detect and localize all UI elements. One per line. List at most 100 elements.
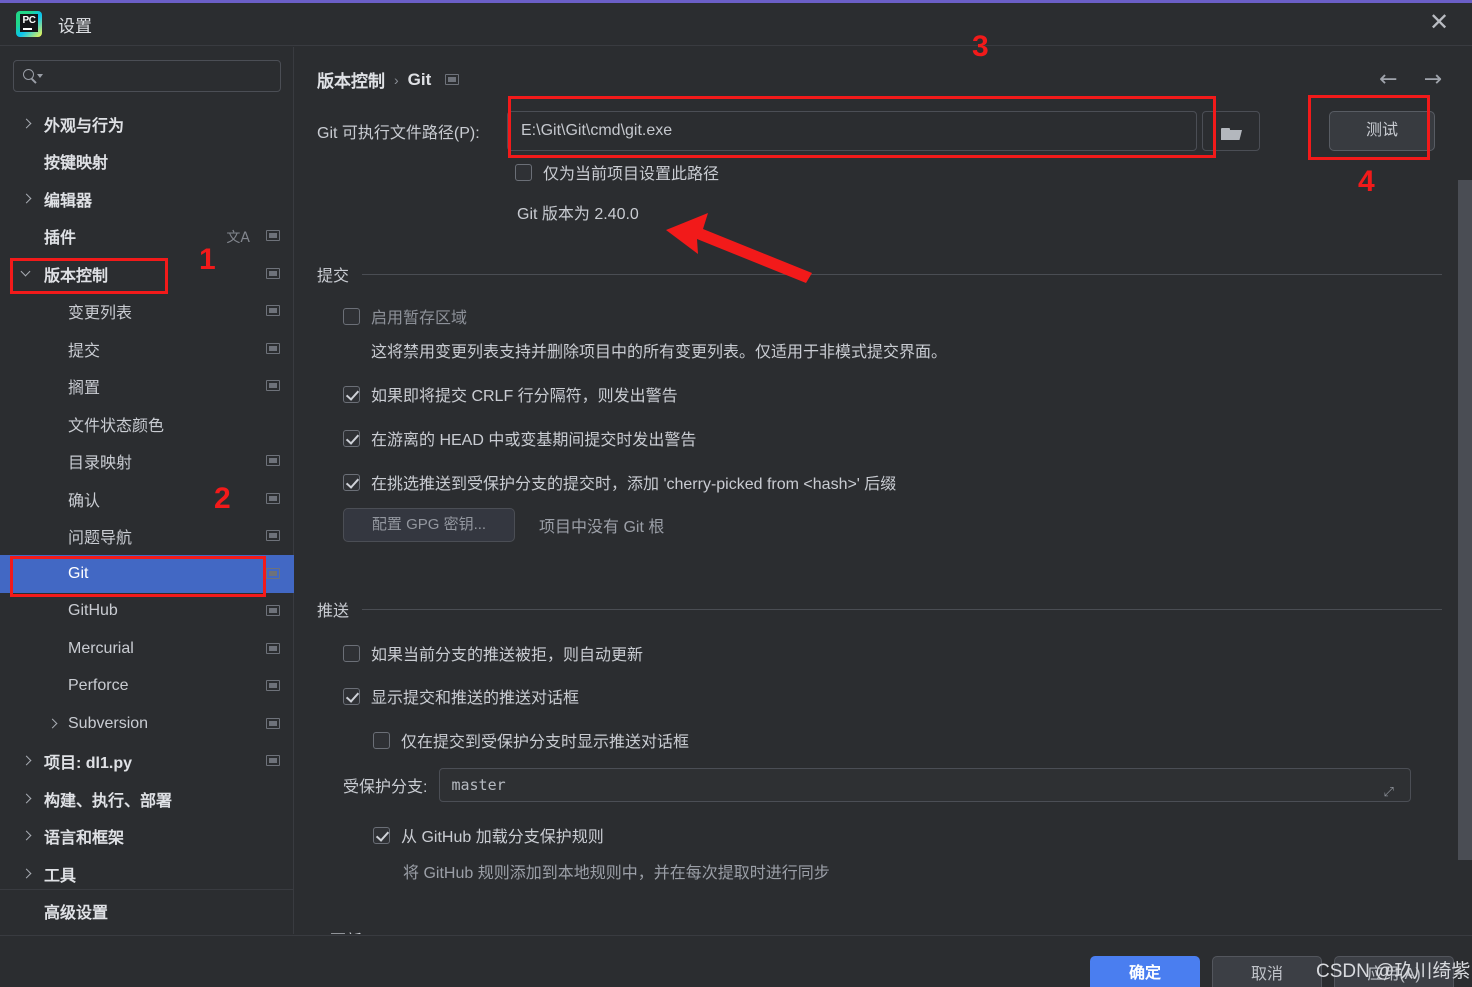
sidebar-item-15[interactable]: Perforce <box>0 668 294 706</box>
show-push-dialog-checkbox[interactable] <box>343 687 360 705</box>
sidebar-item-8[interactable]: 文件状态颜色 <box>0 405 294 443</box>
sidebar-item-label: 编辑器 <box>44 192 93 210</box>
window-icon <box>266 342 280 354</box>
apply-button[interactable]: 应用(A) <box>1334 956 1454 987</box>
close-icon[interactable]: ✕ <box>1424 8 1454 38</box>
window-icon <box>266 567 280 579</box>
sidebar-item-13[interactable]: GitHub <box>0 593 294 631</box>
pycharm-logo-icon: PC <box>16 11 42 37</box>
crlf-warning-label: 如果即将提交 CRLF 行分隔符，则发出警告 <box>371 388 678 405</box>
sidebar-item-6[interactable]: 提交 <box>0 330 294 368</box>
cherry-pick-suffix-checkbox[interactable] <box>343 473 360 491</box>
main-panel-scrollbar[interactable] <box>1458 180 1472 860</box>
sidebar-item-20[interactable]: 工具 <box>0 855 294 893</box>
commit-section-header: 提交 <box>317 262 1442 286</box>
git-path-label: Git 可执行文件路径(P): <box>317 125 480 142</box>
sidebar-item-label: Git <box>68 564 89 582</box>
sidebar-item-16[interactable]: Subversion <box>0 705 294 743</box>
configure-gpg-key-button[interactable]: 配置 GPG 密钥... <box>343 508 515 542</box>
window-icon <box>266 492 280 504</box>
sidebar-item-14[interactable]: Mercurial <box>0 630 294 668</box>
staging-area-checkbox[interactable] <box>343 307 360 325</box>
chevron-right-icon[interactable] <box>46 717 60 731</box>
detached-head-warning-checkbox[interactable] <box>343 429 360 447</box>
sidebar-item-21[interactable]: 高级设置 <box>0 893 294 931</box>
chevron-right-icon[interactable] <box>20 829 34 843</box>
navigation-arrows: ← → <box>1379 67 1442 92</box>
window-icon <box>266 380 280 392</box>
window-icon <box>266 755 280 767</box>
window-icon <box>266 605 280 617</box>
sidebar-divider <box>0 889 294 890</box>
sidebar-item-11[interactable]: 问题导航 <box>0 518 294 556</box>
chevron-right-icon[interactable] <box>20 867 34 881</box>
update-section-title: 更新 <box>330 927 362 934</box>
sidebar-item-0[interactable]: 外观与行为 <box>0 105 294 143</box>
staging-area-row: 启用暂存区域 <box>343 304 467 328</box>
window-icon <box>266 230 280 242</box>
forward-arrow-icon[interactable]: → <box>1424 67 1442 92</box>
sidebar-item-1[interactable]: 按键映射 <box>0 143 294 181</box>
sidebar-item-label: Subversion <box>68 714 149 732</box>
project-only-path-checkbox[interactable] <box>515 163 532 181</box>
breadcrumb-parent[interactable]: 版本控制 <box>317 67 385 92</box>
search-input[interactable] <box>13 60 281 92</box>
chevron-down-icon[interactable] <box>20 267 34 281</box>
window-icon <box>266 455 280 467</box>
detached-head-warning-row: 在游离的 HEAD 中或变基期间提交时发出警告 <box>343 426 696 450</box>
protected-branch-label: 受保护分支: <box>343 779 428 796</box>
expand-icon[interactable]: ⤢ <box>1383 777 1399 800</box>
gpg-note: 项目中没有 Git 根 <box>539 519 665 536</box>
show-push-dialog-row: 显示提交和推送的推送对话框 <box>343 684 579 708</box>
sidebar-item-4[interactable]: 版本控制 <box>0 255 294 293</box>
push-section-header: 推送 <box>317 597 1442 621</box>
test-button[interactable]: 测试 <box>1329 111 1435 151</box>
sidebar-item-2[interactable]: 编辑器 <box>0 180 294 218</box>
sidebar-item-10[interactable]: 确认 <box>0 480 294 518</box>
sidebar-item-17[interactable]: 项目: dl1.py <box>0 743 294 781</box>
crlf-warning-row: 如果即将提交 CRLF 行分隔符，则发出警告 <box>343 382 678 406</box>
ok-button[interactable]: 确定 <box>1090 956 1200 987</box>
window-icon <box>266 267 280 279</box>
sidebar-item-7[interactable]: 搁置 <box>0 368 294 406</box>
sidebar-item-label: 问题导航 <box>68 530 133 548</box>
section-divider <box>362 273 1442 275</box>
sidebar-item-5[interactable]: 变更列表 <box>0 293 294 331</box>
staging-area-label: 启用暂存区域 <box>371 310 468 327</box>
cancel-button[interactable]: 取消 <box>1212 956 1322 987</box>
sidebar-item-label: 构建、执行、部署 <box>44 792 173 810</box>
sidebar-item-19[interactable]: 语言和框架 <box>0 818 294 856</box>
sidebar-item-12[interactable]: Git <box>0 555 294 593</box>
sidebar-item-label: 项目: dl1.py <box>44 755 133 773</box>
cherry-pick-suffix-label: 在挑选推送到受保护分支的提交时，添加 'cherry-picked from <… <box>371 476 897 493</box>
sidebar-item-label: 插件 <box>44 230 77 248</box>
auto-update-rejected-label: 如果当前分支的推送被拒，则自动更新 <box>371 647 644 664</box>
sidebar-item-9[interactable]: 目录映射 <box>0 443 294 481</box>
sidebar-item-label: 版本控制 <box>44 267 109 285</box>
back-arrow-icon[interactable]: ← <box>1379 67 1397 92</box>
chevron-right-icon[interactable] <box>20 117 34 131</box>
auto-update-rejected-checkbox[interactable] <box>343 644 360 662</box>
git-path-input[interactable]: E:\Git\Git\cmd\git.exe <box>507 111 1197 151</box>
crlf-warning-checkbox[interactable] <box>343 385 360 403</box>
sidebar-item-label: 目录映射 <box>68 455 133 473</box>
git-path-row: Git 可执行文件路径(P): E:\Git\Git\cmd\git.exe <box>317 111 1260 151</box>
protected-only-push-dialog-checkbox[interactable] <box>373 731 390 749</box>
sidebar-item-3[interactable]: 插件 文A <box>0 218 294 256</box>
chevron-right-icon[interactable] <box>20 192 34 206</box>
sidebar-item-label: GitHub <box>68 602 118 620</box>
github-branch-rules-row: 从 GitHub 加载分支保护规则 <box>373 823 604 847</box>
staging-area-note: 这将禁用变更列表支持并删除项目中的所有变更列表。仅适用于非模式提交界面。 <box>371 344 948 361</box>
github-branch-rules-checkbox[interactable] <box>373 826 390 844</box>
sidebar-item-18[interactable]: 构建、执行、部署 <box>0 780 294 818</box>
chevron-right-icon[interactable] <box>20 754 34 768</box>
browse-button[interactable] <box>1202 111 1260 151</box>
section-divider <box>362 608 1442 610</box>
chevron-right-icon[interactable] <box>20 792 34 806</box>
github-branch-rules-note: 将 GitHub 规则添加到本地规则中，并在每次提取时进行同步 <box>403 865 830 882</box>
git-version-text: Git 版本为 2.40.0 <box>517 206 639 223</box>
sidebar-item-label: 搁置 <box>68 380 101 398</box>
commit-section-title: 提交 <box>317 268 350 285</box>
protected-branch-input[interactable]: master ⤢ <box>439 768 1412 802</box>
window-icon <box>266 530 280 542</box>
